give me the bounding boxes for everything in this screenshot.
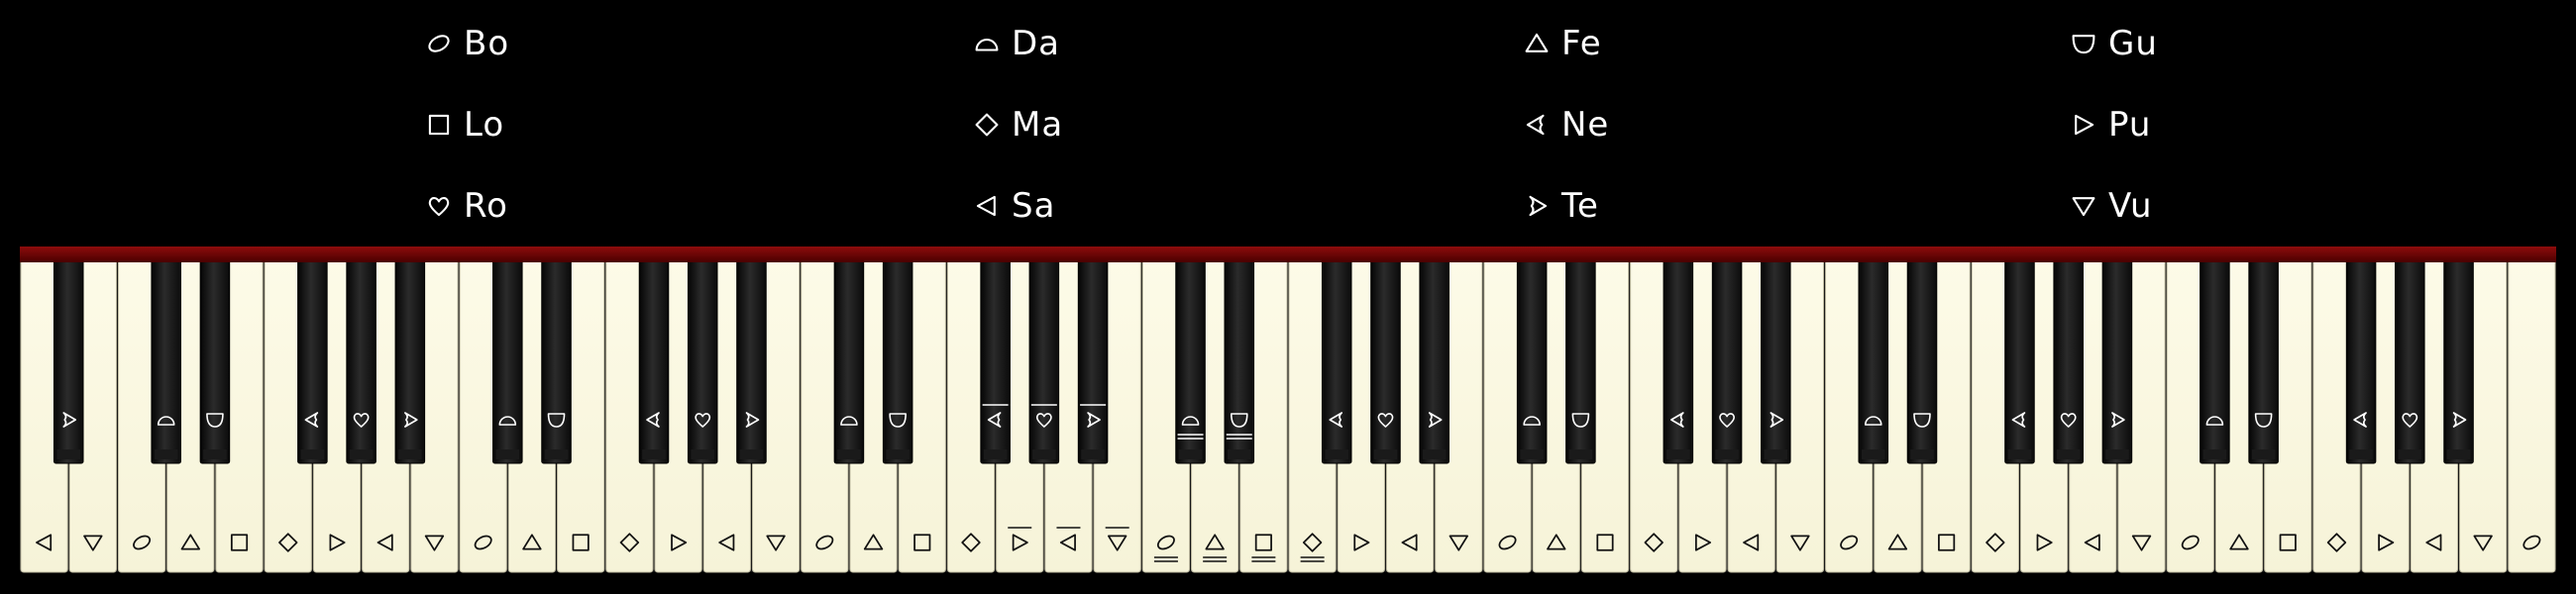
black-key[interactable] [2101,254,2133,464]
black-key[interactable] [638,254,670,464]
keyboard-felt-rail [20,247,2556,262]
black-key[interactable] [1175,254,1206,464]
black-key[interactable] [1321,254,1352,464]
black-key[interactable] [53,254,84,464]
black-key[interactable] [2200,254,2230,464]
black-key[interactable] [1077,254,1109,464]
black-key[interactable] [1224,254,1255,464]
black-key[interactable] [736,254,767,464]
black-key[interactable] [1761,254,1791,464]
black-key[interactable] [1711,254,1743,464]
black-key[interactable] [151,254,181,464]
black-key[interactable] [541,254,572,464]
black-key[interactable] [1906,254,1938,464]
black-key[interactable] [346,254,376,464]
black-key[interactable] [199,254,231,464]
black-key[interactable] [297,254,328,464]
black-key[interactable] [687,254,718,464]
black-key[interactable] [1565,254,1596,464]
black-key[interactable] [2345,254,2377,464]
black-key[interactable] [492,254,523,464]
black-key[interactable] [1028,254,1060,464]
black-key[interactable] [882,254,913,464]
piano-keyboard [20,254,2556,573]
white-key[interactable] [2508,254,2556,573]
piano-notation-view: Bo Da Fe Gu Lo Ma Ne Pu Ro Sa Te Vu [0,0,2576,594]
black-key[interactable] [2053,254,2084,464]
black-key[interactable] [1858,254,1889,464]
black-key[interactable] [2443,254,2474,464]
black-key[interactable] [980,254,1011,464]
black-key[interactable] [1516,254,1548,464]
black-key[interactable] [2004,254,2035,464]
black-key[interactable] [1370,254,1401,464]
black-key[interactable] [2248,254,2279,464]
black-key[interactable] [1663,254,1694,464]
black-key[interactable] [2395,254,2425,464]
black-key[interactable] [1419,254,1449,464]
black-key[interactable] [833,254,865,464]
black-key[interactable] [394,254,426,464]
